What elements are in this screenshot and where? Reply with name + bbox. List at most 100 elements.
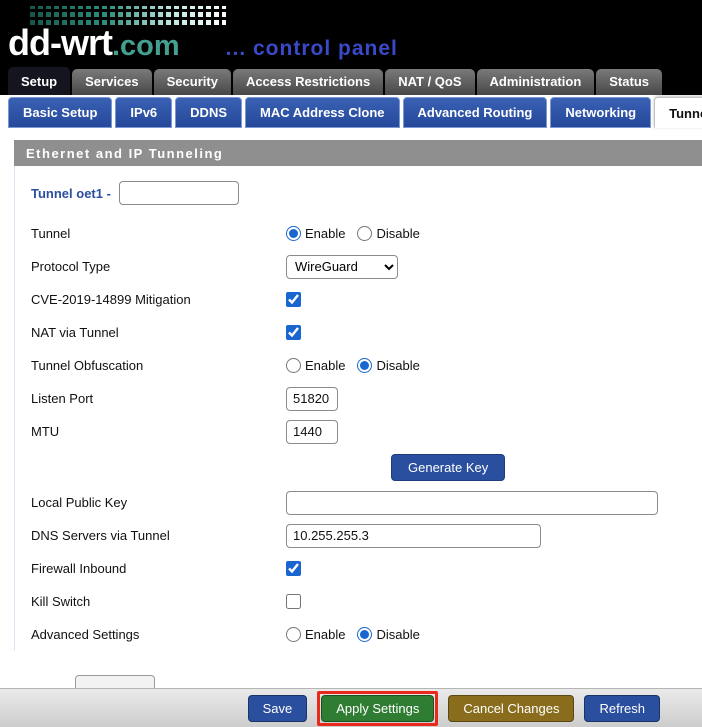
generate-key-button[interactable]: Generate Key bbox=[391, 454, 505, 481]
cve-mitigation-checkbox[interactable] bbox=[286, 292, 301, 307]
form-row-dns-servers: DNS Servers via Tunnel bbox=[31, 519, 702, 552]
advanced-enable-option[interactable]: Enable bbox=[286, 627, 345, 642]
sub-tab-ipv6[interactable]: IPv6 bbox=[115, 97, 172, 128]
local-public-key-control bbox=[286, 491, 658, 515]
form-row-firewall-inbound: Firewall Inbound bbox=[31, 552, 702, 585]
control-panel-tagline: ... control panel bbox=[226, 37, 398, 61]
cancel-changes-button[interactable]: Cancel Changes bbox=[448, 695, 574, 722]
section-gap bbox=[0, 131, 702, 140]
form-row-protocol-type: Protocol Type WireGuard bbox=[31, 250, 702, 283]
sub-tab-tunnels[interactable]: Tunnels bbox=[654, 97, 702, 128]
cve-mitigation-control bbox=[286, 292, 305, 307]
main-tab-security[interactable]: Security bbox=[154, 69, 231, 95]
obfuscation-enable-option[interactable]: Enable bbox=[286, 358, 345, 373]
save-button[interactable]: Save bbox=[248, 695, 308, 722]
obfuscation-disable-label: Disable bbox=[376, 358, 419, 373]
main-tab-access-restrictions[interactable]: Access Restrictions bbox=[233, 69, 383, 95]
tunnel-name-row: Tunnel oet1 - bbox=[31, 181, 702, 205]
form-row-tunnel: Tunnel Enable Disable bbox=[31, 217, 702, 250]
footer-action-bar: Save Apply Settings Cancel Changes Refre… bbox=[0, 688, 702, 727]
tunnel-enable-radio[interactable] bbox=[286, 226, 301, 241]
obfuscation-enable-radio[interactable] bbox=[286, 358, 301, 373]
nat-via-tunnel-control bbox=[286, 325, 305, 340]
advanced-settings-radio-group: Enable Disable bbox=[286, 627, 432, 642]
form-row-cve-mitigation: CVE-2019-14899 Mitigation bbox=[31, 283, 702, 316]
firewall-inbound-checkbox[interactable] bbox=[286, 561, 301, 576]
form-row-generate-key: Generate Key bbox=[31, 448, 702, 486]
form-row-tunnel-obfuscation: Tunnel Obfuscation Enable Disable bbox=[31, 349, 702, 382]
form-row-nat-via-tunnel: NAT via Tunnel bbox=[31, 316, 702, 349]
obfuscation-enable-label: Enable bbox=[305, 358, 345, 373]
sub-tab-mac-address-clone[interactable]: MAC Address Clone bbox=[245, 97, 399, 128]
tunnel-enable-option[interactable]: Enable bbox=[286, 226, 345, 241]
tunnel-name-label: Tunnel oet1 - bbox=[31, 186, 111, 201]
protocol-type-label: Protocol Type bbox=[31, 259, 286, 274]
dd-wrt-logo: dd-wrt bbox=[8, 22, 112, 64]
firewall-inbound-label: Firewall Inbound bbox=[31, 561, 286, 576]
dns-servers-input[interactable] bbox=[286, 524, 541, 548]
main-tab-services[interactable]: Services bbox=[72, 69, 152, 95]
kill-switch-control bbox=[286, 594, 305, 609]
advanced-settings-label: Advanced Settings bbox=[31, 627, 286, 642]
advanced-disable-radio[interactable] bbox=[357, 627, 372, 642]
form-row-listen-port: Listen Port bbox=[31, 382, 702, 415]
tunnel-name-input[interactable] bbox=[119, 181, 239, 205]
main-nav: Setup Services Security Access Restricti… bbox=[0, 66, 702, 95]
form-row-local-public-key: Local Public Key bbox=[31, 486, 702, 519]
logo-domain-suffix: .com bbox=[112, 30, 180, 63]
nat-via-tunnel-checkbox[interactable] bbox=[286, 325, 301, 340]
advanced-enable-radio[interactable] bbox=[286, 627, 301, 642]
sub-tab-networking[interactable]: Networking bbox=[550, 97, 651, 128]
sub-tab-advanced-routing[interactable]: Advanced Routing bbox=[403, 97, 548, 128]
dns-servers-label: DNS Servers via Tunnel bbox=[31, 528, 286, 543]
firewall-inbound-control bbox=[286, 561, 305, 576]
header: dd-wrt.com ... control panel bbox=[0, 0, 702, 66]
sub-tab-ddns[interactable]: DDNS bbox=[175, 97, 242, 128]
main-tab-setup[interactable]: Setup bbox=[8, 67, 70, 95]
dns-servers-control bbox=[286, 524, 541, 548]
protocol-type-control: WireGuard bbox=[286, 255, 398, 279]
tunnel-obfuscation-radio-group: Enable Disable bbox=[286, 358, 432, 373]
listen-port-control bbox=[286, 387, 338, 411]
advanced-disable-option[interactable]: Disable bbox=[357, 627, 419, 642]
local-public-key-input[interactable] bbox=[286, 491, 658, 515]
tunnel-field-label: Tunnel bbox=[31, 226, 286, 241]
advanced-disable-label: Disable bbox=[376, 627, 419, 642]
kill-switch-label: Kill Switch bbox=[31, 594, 286, 609]
logo-row: dd-wrt.com ... control panel bbox=[8, 22, 398, 64]
tunnel-disable-radio[interactable] bbox=[357, 226, 372, 241]
tunnel-radio-group: Enable Disable bbox=[286, 226, 432, 241]
section-header: Ethernet and IP Tunneling bbox=[14, 140, 702, 166]
apply-settings-highlight-box: Apply Settings bbox=[317, 691, 438, 726]
sub-nav: Basic Setup IPv6 DDNS MAC Address Clone … bbox=[0, 95, 702, 131]
obfuscation-disable-radio[interactable] bbox=[357, 358, 372, 373]
listen-port-input[interactable] bbox=[286, 387, 338, 411]
main-tab-status[interactable]: Status bbox=[596, 69, 662, 95]
refresh-button[interactable]: Refresh bbox=[584, 695, 660, 722]
tunnel-enable-label: Enable bbox=[305, 226, 345, 241]
nat-via-tunnel-label: NAT via Tunnel bbox=[31, 325, 286, 340]
protocol-type-select[interactable]: WireGuard bbox=[286, 255, 398, 279]
local-public-key-label: Local Public Key bbox=[31, 495, 286, 510]
tunnel-obfuscation-label: Tunnel Obfuscation bbox=[31, 358, 286, 373]
partially-visible-button[interactable] bbox=[75, 675, 155, 688]
form-row-advanced-settings: Advanced Settings Enable Disable bbox=[31, 618, 702, 651]
main-tab-administration[interactable]: Administration bbox=[477, 69, 595, 95]
mtu-control bbox=[286, 420, 338, 444]
generate-key-control: Generate Key bbox=[286, 454, 505, 481]
apply-settings-button[interactable]: Apply Settings bbox=[321, 695, 434, 722]
sub-tab-basic-setup[interactable]: Basic Setup bbox=[8, 97, 112, 128]
form-row-kill-switch: Kill Switch bbox=[31, 585, 702, 618]
tunnel-disable-option[interactable]: Disable bbox=[357, 226, 419, 241]
cve-mitigation-label: CVE-2019-14899 Mitigation bbox=[31, 292, 286, 307]
form-row-mtu: MTU bbox=[31, 415, 702, 448]
main-tab-nat-qos[interactable]: NAT / QoS bbox=[385, 69, 474, 95]
listen-port-label: Listen Port bbox=[31, 391, 286, 406]
advanced-enable-label: Enable bbox=[305, 627, 345, 642]
tunnel-form: Tunnel oet1 - Tunnel Enable Disable Prot… bbox=[14, 166, 702, 651]
mtu-input[interactable] bbox=[286, 420, 338, 444]
tunnel-disable-label: Disable bbox=[376, 226, 419, 241]
kill-switch-checkbox[interactable] bbox=[286, 594, 301, 609]
obfuscation-disable-option[interactable]: Disable bbox=[357, 358, 419, 373]
mtu-label: MTU bbox=[31, 424, 286, 439]
